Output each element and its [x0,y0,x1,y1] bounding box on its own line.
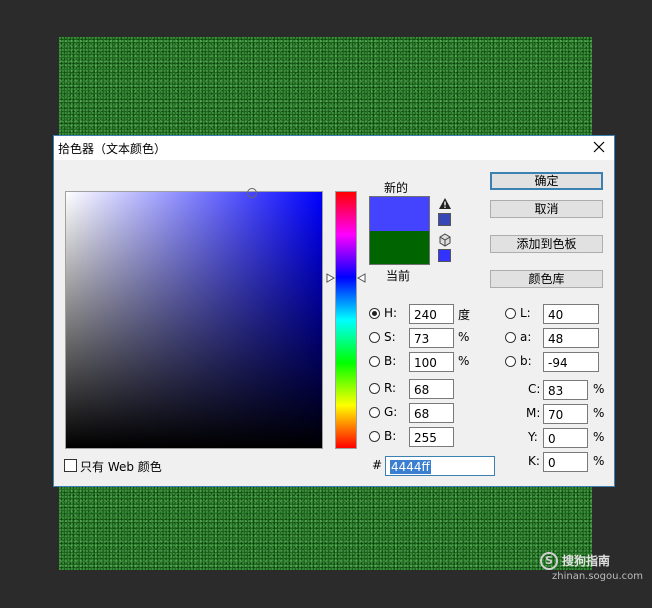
lab-a-label: a: [520,330,532,344]
cube-icon[interactable] [438,233,452,247]
dialog-title: 拾色器（文本颜色） [58,142,167,156]
lab-a-field[interactable]: 48 [543,328,599,348]
blue-field[interactable]: 255 [409,427,454,447]
web-only-checkbox[interactable] [64,459,77,472]
blue-radio[interactable] [369,431,380,442]
lab-l-field[interactable]: 40 [543,304,599,324]
color-preview [369,196,430,265]
cyan-label: C: [528,382,541,396]
hue-label: H: [384,306,398,320]
color-libraries-button[interactable]: 颜色库 [490,270,603,288]
lab-b-label: b: [520,354,532,368]
dialog-titlebar: 拾色器（文本颜色） [54,136,614,160]
lab-a-radio[interactable] [505,332,516,343]
brightness-radio[interactable] [369,356,380,367]
color-field-marker[interactable] [247,188,257,198]
yellow-label: Y: [528,430,538,444]
lab-b-radio[interactable] [505,356,516,367]
red-radio[interactable] [369,383,380,394]
brightness-unit: % [458,354,470,368]
lab-l-radio[interactable] [505,308,516,319]
lab-b-field[interactable]: -94 [543,352,599,372]
black-field[interactable]: 0 [543,452,588,472]
ok-button[interactable]: 确定 [490,172,603,190]
sogou-watermark: S 搜狗指南 zhinan.sogou.com [540,550,644,586]
hex-value-selected: 4444ff [390,460,431,474]
black-label: K: [528,454,540,468]
web-only-label: 只有 Web 颜色 [80,460,162,474]
current-color-label: 当前 [386,269,411,283]
blue-label: B: [384,429,397,443]
close-icon[interactable] [590,138,608,156]
watermark-name: 搜狗指南 [562,554,611,568]
magenta-unit: % [593,406,605,420]
red-label: R: [384,381,397,395]
yellow-unit: % [593,430,605,444]
watermark-url: zhinan.sogou.com [552,571,644,582]
magenta-field[interactable]: 70 [543,404,588,424]
green-label: G: [384,405,398,419]
saturation-label: S: [384,330,396,344]
current-color-swatch[interactable] [370,231,429,264]
new-color-swatch [370,197,429,231]
saturation-radio[interactable] [369,332,380,343]
gamut-warning-swatch[interactable] [438,213,451,226]
cyan-field[interactable]: 83 [543,380,588,400]
hue-slider[interactable] [335,191,357,449]
sogou-logo-icon: S [540,552,558,570]
saturation-unit: % [458,330,470,344]
add-to-swatches-button[interactable]: 添加到色板 [490,235,603,253]
hue-unit: 度 [458,308,471,322]
lab-l-label: L: [520,306,531,320]
magenta-label: M: [526,406,541,420]
hex-label: # [372,458,383,472]
saturation-brightness-field[interactable] [65,191,323,449]
color-picker-dialog: 拾色器（文本颜色） 新的 当前 确定 取消 添加到色板 颜色库 H: 240 度… [53,135,615,487]
hex-field[interactable]: 4444ff [385,456,495,476]
web-safe-swatch[interactable] [438,249,451,262]
hue-slider-right-arrow-icon[interactable] [357,273,366,283]
hue-slider-left-arrow-icon[interactable] [326,273,335,283]
cancel-button[interactable]: 取消 [490,200,603,218]
yellow-field[interactable]: 0 [543,428,588,448]
brightness-field[interactable]: 100 [409,352,454,372]
red-field[interactable]: 68 [409,379,454,399]
hue-radio[interactable] [369,308,380,319]
new-color-label: 新的 [384,181,409,195]
green-radio[interactable] [369,407,380,418]
green-field[interactable]: 68 [409,403,454,423]
saturation-field[interactable]: 73 [409,328,454,348]
brightness-label: B: [384,354,397,368]
warning-triangle-icon[interactable] [438,197,452,210]
black-unit: % [593,454,605,468]
hue-field[interactable]: 240 [409,304,454,324]
cyan-unit: % [593,382,605,396]
